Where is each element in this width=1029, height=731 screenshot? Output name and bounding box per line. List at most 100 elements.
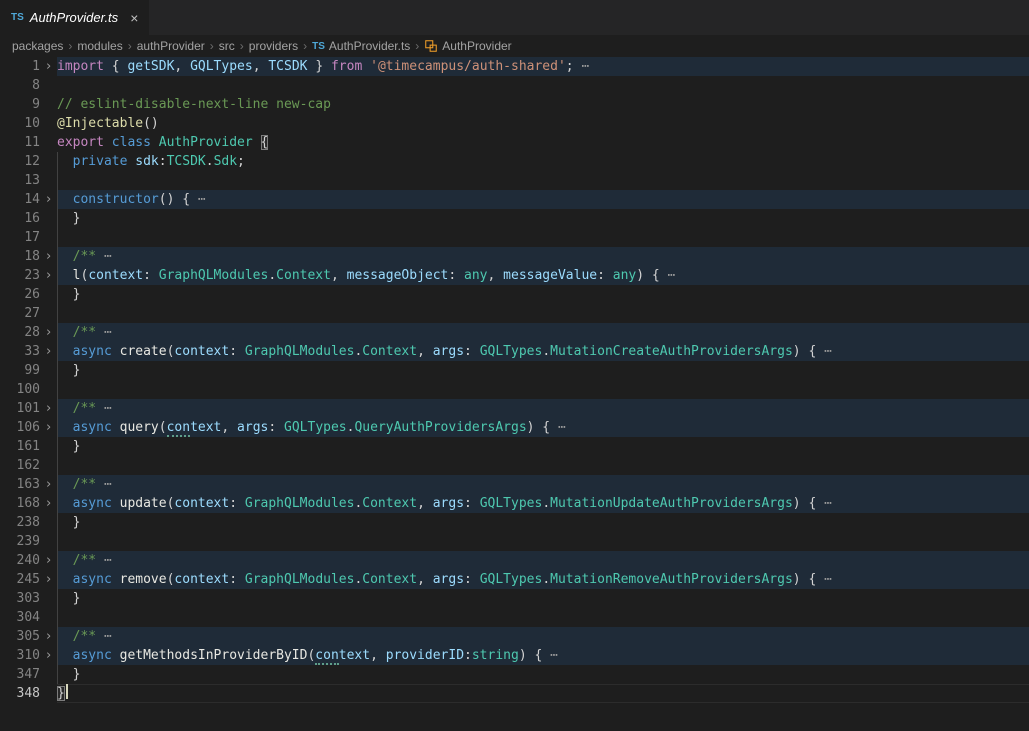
code-line-content[interactable]: // eslint-disable-next-line new-cap <box>57 95 1029 114</box>
code-line-content[interactable]: async remove(context: GraphQLModules.Con… <box>57 570 1029 589</box>
gutter: 9 <box>0 95 57 114</box>
breadcrumb-item-authprovider[interactable]: authProvider <box>137 39 205 53</box>
breadcrumb-item-modules[interactable]: modules <box>77 39 122 53</box>
code-line: 99 } <box>0 361 1029 380</box>
fold-chevron-icon[interactable]: › <box>40 627 57 646</box>
line-number: 168 <box>0 494 40 513</box>
code-line: 238 } <box>0 513 1029 532</box>
fold-spacer <box>40 608 57 627</box>
breadcrumb-label: modules <box>77 39 122 53</box>
code-line-content[interactable]: @Injectable() <box>57 114 1029 133</box>
code-line-content[interactable] <box>57 380 1029 399</box>
code-token: . <box>268 268 276 283</box>
code-line-content[interactable] <box>57 608 1029 627</box>
fold-chevron-icon[interactable]: › <box>40 570 57 589</box>
fold-chevron-icon[interactable]: › <box>40 323 57 342</box>
gutter: 348 <box>0 684 57 703</box>
code-token: } <box>57 211 80 226</box>
code-line-content[interactable]: async query(context, args: GQLTypes.Quer… <box>57 418 1029 437</box>
code-line-content[interactable] <box>57 304 1029 323</box>
code-line-content[interactable]: /** ⋯ <box>57 247 1029 266</box>
indent-guide <box>57 456 58 475</box>
fold-chevron-icon[interactable]: › <box>40 342 57 361</box>
code-line: 13 <box>0 171 1029 190</box>
code-token: constructor <box>73 192 159 207</box>
code-token <box>362 59 370 74</box>
code-line-content[interactable] <box>57 228 1029 247</box>
code-line-content[interactable]: l(context: GraphQLModules.Context, messa… <box>57 266 1029 285</box>
code-token <box>57 420 73 435</box>
fold-chevron-icon[interactable]: › <box>40 551 57 570</box>
breadcrumb-item-authprovider[interactable]: AuthProvider <box>424 39 511 53</box>
code-token: Context <box>276 268 331 283</box>
fold-spacer <box>40 665 57 684</box>
fold-chevron-icon[interactable]: › <box>40 266 57 285</box>
code-line-content[interactable]: /** ⋯ <box>57 551 1029 570</box>
indent-guide <box>57 608 58 627</box>
code-token: update <box>120 496 167 511</box>
code-line-content[interactable]: /** ⋯ <box>57 627 1029 646</box>
breadcrumb-item-packages[interactable]: packages <box>12 39 63 53</box>
code-line-content[interactable]: /** ⋯ <box>57 323 1029 342</box>
code-token: import <box>57 59 104 74</box>
code-token: . <box>206 154 214 169</box>
code-line-content[interactable]: import { getSDK, GQLTypes, TCSDK } from … <box>57 57 1029 76</box>
code-token: : <box>159 154 167 169</box>
fold-spacer <box>40 133 57 152</box>
code-line-content[interactable]: } <box>57 437 1029 456</box>
code-line-content[interactable]: } <box>57 285 1029 304</box>
code-line-content[interactable] <box>57 532 1029 551</box>
fold-chevron-icon[interactable]: › <box>40 247 57 266</box>
fold-chevron-icon[interactable]: › <box>40 475 57 494</box>
code-line-content[interactable]: constructor() { ⋯ <box>57 190 1029 209</box>
breadcrumb-item-src[interactable]: src <box>219 39 235 53</box>
code-token: class <box>112 135 151 150</box>
gutter: 101› <box>0 399 57 418</box>
fold-chevron-icon[interactable]: › <box>40 399 57 418</box>
code-token: GQLTypes <box>480 496 543 511</box>
code-line: 240› /** ⋯ <box>0 551 1029 570</box>
indent-guide <box>57 513 58 532</box>
code-line-content[interactable]: } <box>57 589 1029 608</box>
code-line-content[interactable]: async update(context: GraphQLModules.Con… <box>57 494 1029 513</box>
code-line-content[interactable]: export class AuthProvider { <box>57 133 1029 152</box>
fold-chevron-icon[interactable]: › <box>40 418 57 437</box>
code-token: ⋯ <box>550 420 566 435</box>
fold-chevron-icon[interactable]: › <box>40 646 57 665</box>
breadcrumb-item-providers[interactable]: providers <box>249 39 298 53</box>
code-line-content[interactable]: async create(context: GraphQLModules.Con… <box>57 342 1029 361</box>
tab-close-icon[interactable]: × <box>130 11 138 25</box>
breadcrumb-item-authprovider.ts[interactable]: TSAuthProvider.ts <box>312 39 410 53</box>
tab-authprovider[interactable]: TS AuthProvider.ts × <box>0 0 149 35</box>
code-token: ⋯ <box>660 268 676 283</box>
gutter: 23› <box>0 266 57 285</box>
code-line-content[interactable]: /** ⋯ <box>57 399 1029 418</box>
code-token: ⋯ <box>96 477 112 492</box>
code-line-content[interactable]: /** ⋯ <box>57 475 1029 494</box>
fold-chevron-icon[interactable]: › <box>40 57 57 76</box>
code-line-content[interactable]: private sdk:TCSDK.Sdk; <box>57 152 1029 171</box>
code-line-content[interactable]: } <box>57 684 1029 703</box>
code-line-content[interactable] <box>57 171 1029 190</box>
code-line: 23› l(context: GraphQLModules.Context, m… <box>0 266 1029 285</box>
code-line-content[interactable]: } <box>57 209 1029 228</box>
code-token: ) { <box>793 344 816 359</box>
indent-guide <box>57 361 58 380</box>
code-token: query <box>120 420 159 435</box>
breadcrumb-label: authProvider <box>137 39 205 53</box>
indent-guide <box>57 532 58 551</box>
code-line-content[interactable]: } <box>57 513 1029 532</box>
code-token: /** <box>57 629 96 644</box>
code-token: export <box>57 135 104 150</box>
code-line-content[interactable] <box>57 456 1029 475</box>
code-line-content[interactable]: } <box>57 665 1029 684</box>
fold-chevron-icon[interactable]: › <box>40 190 57 209</box>
code-line-content[interactable]: async getMethodsInProviderByID(context, … <box>57 646 1029 665</box>
code-line-content[interactable] <box>57 76 1029 95</box>
code-line-content[interactable]: } <box>57 361 1029 380</box>
fold-spacer <box>40 684 57 703</box>
line-number: 28 <box>0 323 40 342</box>
indent-guide <box>57 285 58 304</box>
fold-chevron-icon[interactable]: › <box>40 494 57 513</box>
code-token: GraphQLModules <box>159 268 269 283</box>
